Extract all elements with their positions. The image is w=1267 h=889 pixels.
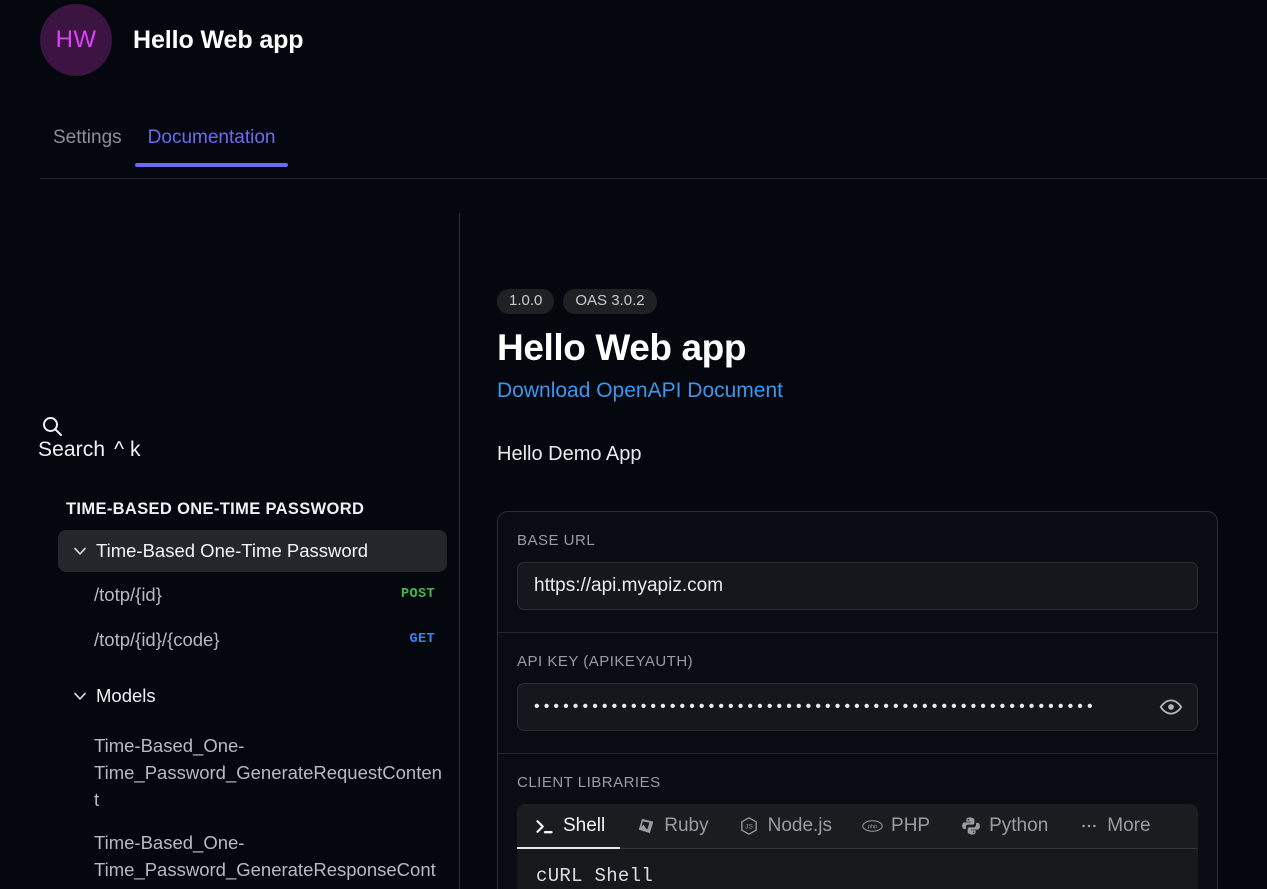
tab-settings[interactable]: Settings xyxy=(40,128,135,167)
terminal-prompt-icon xyxy=(534,816,555,837)
search-input[interactable]: Search ^ k xyxy=(38,414,368,466)
badge-version: 1.0.0 xyxy=(497,289,554,314)
sidebar: Search ^ k TIME-BASED ONE-TIME PASSWORD T… xyxy=(0,200,459,889)
app-title: Hello Web app xyxy=(133,26,303,55)
code-sample-heading: cURL Shell xyxy=(536,865,1179,887)
sidebar-item-label: Time-Based One-Time Password xyxy=(96,540,368,562)
endpoint-method-badge: GET xyxy=(409,632,435,647)
base-url-input[interactable]: https://api.myapiz.com xyxy=(517,562,1198,610)
tab-label: PHP xyxy=(891,815,930,837)
main-content: 1.0.0 OAS 3.0.2 Hello Web app Download O… xyxy=(459,200,1267,889)
search-icon xyxy=(40,414,64,438)
nav-group-label: TIME-BASED ONE-TIME PASSWORD xyxy=(0,488,459,530)
tab-more[interactable]: More xyxy=(1063,804,1165,848)
sidebar-endpoint-totp-get[interactable]: /totp/{id}/{code} GET xyxy=(58,617,447,662)
ruby-gem-icon xyxy=(635,816,656,837)
list-item[interactable]: Time-Based_One-Time_Password_GenerateReq… xyxy=(94,726,444,823)
badge-oas: OAS 3.0.2 xyxy=(563,289,656,314)
endpoint-method-badge: POST xyxy=(401,587,435,602)
tab-label: Python xyxy=(989,815,1048,837)
app-header: HW Hello Web app Settings Documentation xyxy=(0,0,1267,180)
models-list: Time-Based_One-Time_Password_GenerateReq… xyxy=(0,726,459,889)
api-description: Hello Demo App xyxy=(497,443,1217,466)
tab-php[interactable]: php PHP xyxy=(847,804,945,848)
tab-documentation[interactable]: Documentation xyxy=(135,128,289,167)
search-label: Search xyxy=(38,438,105,461)
base-url-value: https://api.myapiz.com xyxy=(534,575,723,597)
tab-label: Node.js xyxy=(768,815,832,837)
page-title: Hello Web app xyxy=(497,326,1217,370)
chevron-down-icon xyxy=(70,686,90,706)
base-url-section: BASE URL https://api.myapiz.com xyxy=(498,512,1217,633)
sidebar-item-label: Models xyxy=(96,685,156,707)
endpoint-path: /totp/{id} xyxy=(94,584,162,606)
code-sample-body: cURL Shell xyxy=(517,849,1198,889)
base-url-label: BASE URL xyxy=(517,532,1198,549)
api-key-value: ••••••••••••••••••••••••••••••••••••••••… xyxy=(534,698,1164,716)
tab-nodejs[interactable]: JS Node.js xyxy=(724,804,847,848)
avatar: HW xyxy=(40,4,112,76)
php-elephant-icon: php xyxy=(862,816,883,837)
tab-label: Shell xyxy=(563,815,605,837)
chevron-down-icon xyxy=(70,541,90,561)
sidebar-item-totp-section[interactable]: Time-Based One-Time Password xyxy=(58,530,447,572)
ellipsis-icon xyxy=(1078,816,1099,837)
top-tabbar: Settings Documentation xyxy=(40,128,288,167)
search-placeholder: Search ^ k xyxy=(38,438,141,462)
sidebar-nav: TIME-BASED ONE-TIME PASSWORD Time-Based … xyxy=(0,488,459,889)
endpoint-path: /totp/{id}/{code} xyxy=(94,629,220,651)
header-divider xyxy=(40,178,1267,179)
api-key-section: API KEY (APIKEYAUTH) •••••••••••••••••••… xyxy=(498,633,1217,754)
nodejs-hexagon-icon: JS xyxy=(739,816,760,837)
code-sample-panel: Shell Ruby xyxy=(517,804,1198,889)
tab-label: Ruby xyxy=(664,815,708,837)
svg-text:php: php xyxy=(868,824,877,830)
tab-python[interactable]: Python xyxy=(945,804,1063,848)
tab-label: More xyxy=(1107,815,1150,837)
list-item[interactable]: Time-Based_One-Time_Password_GenerateRes… xyxy=(94,823,444,889)
brand: HW Hello Web app xyxy=(40,4,303,76)
documentation-page: HW Hello Web app Settings Documentation … xyxy=(0,0,1267,889)
version-badges: 1.0.0 OAS 3.0.2 xyxy=(497,200,1217,314)
svg-text:JS: JS xyxy=(745,824,753,831)
eye-icon[interactable] xyxy=(1159,695,1183,719)
python-snake-icon xyxy=(960,816,981,837)
api-key-input[interactable]: ••••••••••••••••••••••••••••••••••••••••… xyxy=(517,683,1198,731)
sidebar-item-models[interactable]: Models xyxy=(58,676,447,716)
client-libraries-label: CLIENT LIBRARIES xyxy=(517,774,1198,791)
language-tabbar: Shell Ruby xyxy=(517,804,1198,849)
tab-ruby[interactable]: Ruby xyxy=(620,804,723,848)
api-info-card: BASE URL https://api.myapiz.com API KEY … xyxy=(497,511,1218,889)
sidebar-endpoint-totp-post[interactable]: /totp/{id} POST xyxy=(58,572,447,617)
download-openapi-link[interactable]: Download OpenAPI Document xyxy=(497,379,783,403)
tab-shell[interactable]: Shell xyxy=(517,804,620,848)
client-libraries-section: CLIENT LIBRARIES Shell xyxy=(498,754,1217,889)
search-shortcut: ^ k xyxy=(114,438,141,461)
api-key-label: API KEY (APIKEYAUTH) xyxy=(517,653,1198,670)
